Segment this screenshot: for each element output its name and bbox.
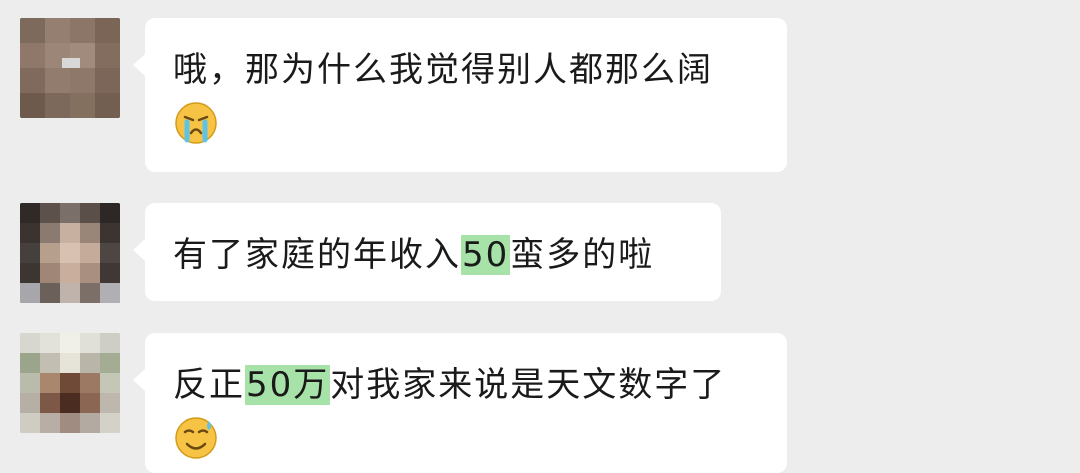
pixelated-avatar-image <box>20 203 120 303</box>
message-bubble[interactable]: 反正50万对我家来说是天文数字了 <box>133 333 787 473</box>
chat-history[interactable]: 哦，那为什么我觉得别人都那么阔 有了家庭的年收入50蛮多的啦 反正50万对我家来… <box>0 0 1080 473</box>
avatar[interactable] <box>20 203 120 303</box>
message-text-part: 反正 <box>173 365 245 405</box>
sweat-smile-face-icon <box>173 415 219 461</box>
message-text-part: 有了家庭的年收入 <box>173 235 461 275</box>
avatar[interactable] <box>20 333 120 433</box>
message-text-part: 对我家来说是天文数字了 <box>330 365 727 405</box>
pixelated-avatar-image <box>20 333 120 433</box>
pixelated-avatar-image <box>20 18 120 118</box>
avatar[interactable] <box>20 18 120 118</box>
crying-face-icon <box>173 100 219 146</box>
highlighted-text: 50 <box>461 235 511 275</box>
message-text: 哦，那为什么我觉得别人都那么阔 <box>173 50 713 90</box>
message-text-part: 蛮多的啦 <box>510 235 655 275</box>
message-bubble[interactable]: 有了家庭的年收入50蛮多的啦 <box>133 203 721 301</box>
message-bubble[interactable]: 哦，那为什么我觉得别人都那么阔 <box>133 18 787 172</box>
highlighted-text: 50万 <box>245 365 331 405</box>
